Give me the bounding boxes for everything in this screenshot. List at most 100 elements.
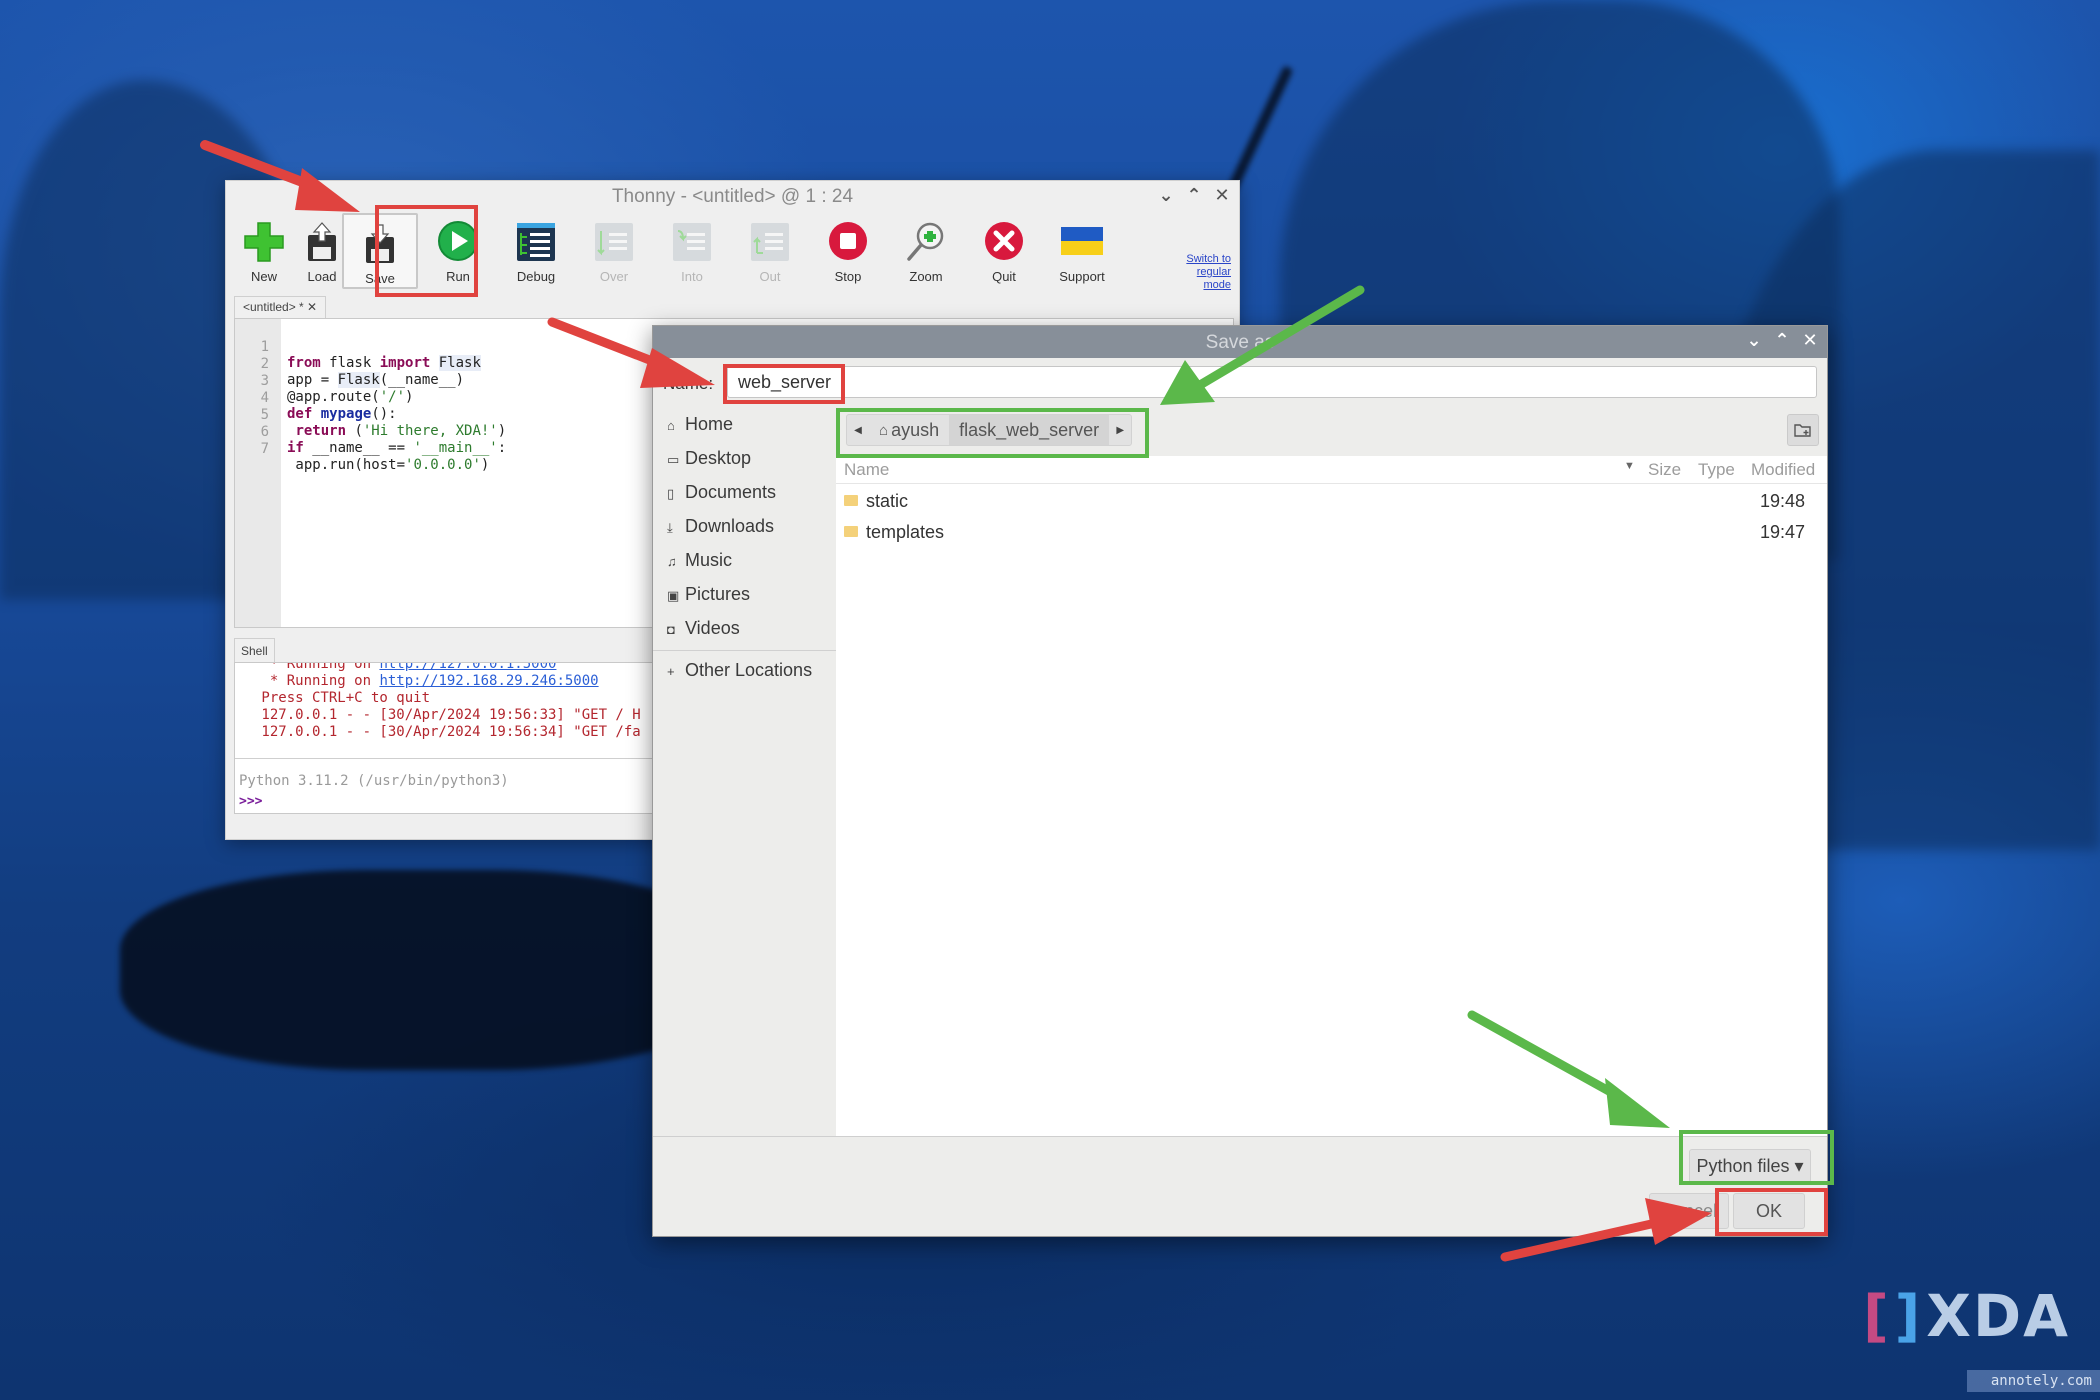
debug-button[interactable]: Debug [498,213,574,289]
home-icon: ⌂ [667,418,675,433]
path-bar-area: ◀ ⌂ ayush flask_web_server ▶ [836,406,1827,456]
annotely-watermark: annotely.com [1966,1370,2100,1392]
column-modified[interactable]: Modified [1751,460,1815,480]
step-over-label: Over [599,269,629,284]
path-forward-arrow[interactable]: ▶ [1109,415,1131,445]
column-name[interactable]: Name [844,460,889,480]
file-row[interactable]: static 19:48 [836,487,1827,517]
stop-icon [829,222,867,260]
picture-icon: ▣ [667,588,680,603]
xda-logo-bracket-left: [ [1863,1283,1889,1349]
music-icon: ♫ [667,554,677,569]
run-button[interactable]: Run [420,213,496,289]
zoom-label: Zoom [909,269,943,284]
path-segment-home[interactable]: ⌂ ayush [869,415,949,445]
debug-label: Debug [516,269,556,284]
switch-to-regular-mode-link[interactable]: Switch to regular mode [1171,253,1231,292]
place-desktop[interactable]: ▭ Desktop [667,448,751,476]
folder-icon [844,526,858,537]
editor-tab-untitled[interactable]: <untitled> * ✕ [234,296,327,318]
step-into-button[interactable]: Into [654,213,730,289]
xda-watermark: [ ] XDA [1863,1282,2070,1350]
dialog-window-controls: ⌄ ⌃ ✕ [1745,330,1819,351]
xda-logo-bracket-right: ] [1894,1283,1921,1349]
shell-prompt: >>> [239,794,263,809]
places-separator [653,650,836,651]
place-home[interactable]: ⌂ Home [667,414,733,442]
step-over-icon [595,223,633,261]
place-videos[interactable]: ◘ Videos [667,618,740,646]
quit-icon [985,222,1023,260]
dialog-minimize-button[interactable]: ⌄ [1745,330,1763,351]
place-music[interactable]: ♫ Music [667,550,732,578]
place-documents[interactable]: ▯ Documents [667,482,776,510]
folder-icon [844,495,858,506]
document-icon: ▯ [667,486,675,501]
place-pictures[interactable]: ▣ Pictures [667,584,750,612]
save-label: Save [365,271,395,286]
shell-log-line: 127.0.0.1 - - [30/Apr/2024 19:56:33] "GE… [253,707,641,723]
debug-icon [517,223,555,261]
name-label: Name: [663,374,714,393]
save-dialog: Save as ⌄ ⌃ ✕ Name: ⌂Home ▭Desktop ▯Docu… [652,325,1828,1237]
stop-button[interactable]: Stop [810,213,886,289]
toolbar: New Load Save Run Debug Over Into Out St… [226,213,1239,293]
file-row[interactable]: templates 19:47 [836,518,1827,548]
thonny-titlebar[interactable]: Thonny - <untitled> @ 1 : 24 ⌄ ⌃ ✕ [226,181,1239,213]
file-type-filter-dropdown[interactable]: Python files ▾ [1689,1149,1811,1183]
path-back-arrow[interactable]: ◀ [847,415,869,445]
places-sidebar: ⌂ Home ▭ Desktop ▯ Documents ⤓ Downloads ♫ Mu… [653,406,836,1136]
zoom-icon [907,222,944,261]
background-boat [120,870,740,1070]
shell-output-line: Press CTRL+C to quit [253,690,431,706]
shell-tab[interactable]: Shell [234,638,275,662]
stop-label: Stop [834,269,862,284]
quit-label: Quit [992,269,1016,284]
code-line: 6 if __name__ == '__main__': [260,424,507,456]
download-icon: ⤓ [667,520,673,535]
step-over-button[interactable]: Over [576,213,652,289]
minimize-button[interactable]: ⌄ [1157,185,1175,206]
home-icon: ⌂ [879,421,889,439]
save-floppy-icon [366,224,394,263]
code-line: 1 from flask import Flask [260,339,481,371]
window-controls: ⌄ ⌃ ✕ [1157,185,1231,206]
close-button[interactable]: ✕ [1213,185,1231,206]
step-out-icon [751,223,789,261]
support-button[interactable]: Support [1044,213,1120,289]
server-url-link[interactable]: http://192.168.29.246:5000 [379,673,598,689]
window-title: Thonny - <untitled> @ 1 : 24 [611,186,854,207]
cancel-button[interactable]: Cancel [1649,1193,1729,1229]
create-folder-button[interactable] [1787,414,1819,446]
column-size[interactable]: Size [1648,460,1681,480]
plus-icon: + [667,664,675,679]
new-folder-icon [1794,424,1811,437]
dialog-titlebar[interactable]: Save as ⌄ ⌃ ✕ [653,326,1827,358]
path-segment-current[interactable]: flask_web_server [949,415,1110,445]
ok-button[interactable]: OK [1733,1193,1805,1229]
python-version-info: Python 3.11.2 (/usr/bin/python3) [239,773,509,789]
run-play-icon [438,221,478,261]
support-label: Support [1059,269,1105,284]
file-list-header: Name ▼ Size Type Modified [836,456,1827,484]
step-into-icon [673,223,711,261]
zoom-button[interactable]: Zoom [888,213,964,289]
dialog-title: Save as [1205,332,1275,353]
file-browser: ◀ ⌂ ayush flask_web_server ▶ Name ▼ Size … [836,406,1827,1136]
new-plus-icon [244,222,284,262]
shell-log-line: 127.0.0.1 - - [30/Apr/2024 19:56:34] "GE… [253,724,641,740]
maximize-button[interactable]: ⌃ [1185,185,1203,206]
dialog-maximize-button[interactable]: ⌃ [1773,330,1791,351]
place-downloads[interactable]: ⤓ Downloads [667,516,774,544]
code-line: 7 app.run(host='0.0.0.0') [260,441,490,473]
place-other-locations[interactable]: + Other Locations [667,660,812,688]
sort-caret-icon[interactable]: ▼ [1624,460,1635,472]
video-icon: ◘ [667,622,675,637]
save-button[interactable]: Save [342,213,418,289]
filename-input[interactable] [727,366,1817,398]
folder-icon: ▭ [667,452,680,467]
quit-button[interactable]: Quit [966,213,1042,289]
dialog-close-button[interactable]: ✕ [1801,330,1819,351]
step-out-button[interactable]: Out [732,213,808,289]
column-type[interactable]: Type [1698,460,1735,480]
